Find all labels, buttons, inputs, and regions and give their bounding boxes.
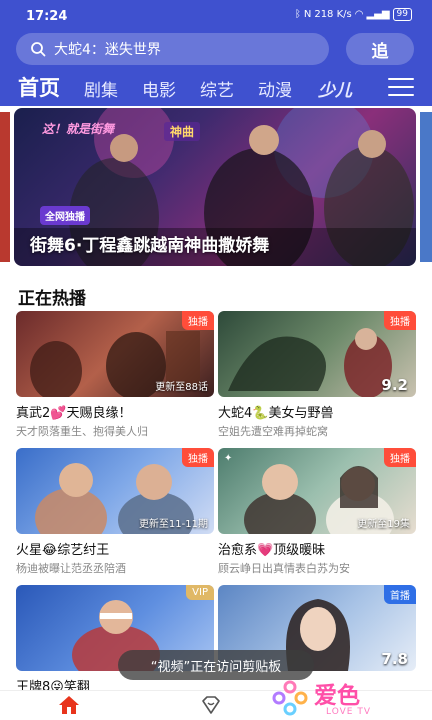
status-indicators: ᛒ N 218 K/s ◠ ▂▄▆ 99: [295, 8, 412, 21]
premiere-badge: 首播: [384, 585, 416, 604]
tab-kids[interactable]: 少儿: [318, 76, 352, 101]
follow-button[interactable]: 追: [346, 33, 414, 65]
video-card[interactable]: 独播 更新至88话 真武2💕天赐良缘！ 天才陨落重生、抱得美人归: [16, 311, 214, 439]
tab-home[interactable]: 首页: [18, 72, 60, 102]
update-status: 更新至88话: [155, 382, 208, 393]
exclusive-tag: 全网独播: [40, 206, 90, 225]
card-title: 真武2💕天赐良缘！: [16, 406, 132, 421]
search-bar[interactable]: 大蛇4：迷失世界: [16, 33, 329, 65]
watermark-logo: 爱色 LOVE TV: [268, 676, 388, 720]
rating-score: 7.8: [381, 650, 408, 668]
home-icon[interactable]: [58, 695, 80, 715]
battery-icon: 99: [392, 8, 412, 21]
category-tabs: 首页 剧集 电影 综艺 动漫 少儿: [0, 72, 432, 106]
signal-icon: ▂▄▆: [366, 9, 390, 20]
show-logo: 这！就是街舞: [42, 122, 115, 136]
watermark-text: 爱色: [314, 683, 360, 709]
card-subtitle: 顾云峥日出真情表白苏为安: [218, 562, 350, 575]
flower-icon: [272, 680, 308, 716]
watermark-subtext: LOVE TV: [326, 707, 371, 717]
card-title: 治愈系💗顶级暖昧: [218, 543, 326, 558]
banner-badge: 神曲: [164, 122, 201, 141]
section-title: 正在热播: [18, 289, 86, 309]
video-card[interactable]: 独播 更新至11-11期 火星😂综艺纣王 杨迪被曝让范丞丞陪酒: [16, 448, 214, 576]
banner-next-peek[interactable]: [420, 112, 432, 262]
exclusive-badge: 独播: [384, 311, 416, 330]
tab-series[interactable]: 剧集: [84, 76, 118, 101]
update-status: 更新至11-11期: [138, 519, 208, 530]
tab-anime[interactable]: 动漫: [258, 76, 292, 101]
vip-badge: VIP: [186, 585, 214, 600]
search-query[interactable]: 大蛇4：迷失世界: [54, 39, 161, 59]
menu-icon[interactable]: [388, 78, 414, 98]
card-thumbnail: 独播 9.2: [218, 311, 416, 397]
video-card[interactable]: ✦ 独播 更新至19集 治愈系💗顶级暖昧 顾云峥日出真情表白苏为安: [218, 448, 416, 576]
card-subtitle: 天才陨落重生、抱得美人归: [16, 425, 148, 438]
status-bar: 17:24 ᛒ N 218 K/s ◠ ▂▄▆ 99: [0, 0, 432, 30]
tab-variety[interactable]: 综艺: [200, 76, 234, 101]
net-speed: 218 K/s: [314, 9, 352, 20]
search-icon: [31, 42, 46, 57]
card-thumbnail: 独播 更新至88话: [16, 311, 214, 397]
card-title: 火星😂综艺纣王: [16, 543, 110, 558]
wifi-icon: ◠: [354, 9, 364, 20]
status-time: 17:24: [26, 9, 68, 24]
card-thumbnail: 独播 更新至11-11期: [16, 448, 214, 534]
tab-movies[interactable]: 电影: [142, 76, 176, 101]
heart-icon[interactable]: [200, 695, 222, 715]
hero-banner[interactable]: 这！就是街舞 神曲 全网独播 街舞6·丁程鑫跳越南神曲撒娇舞: [14, 108, 416, 266]
exclusive-badge: 独播: [384, 448, 416, 467]
card-subtitle: 杨迪被曝让范丞丞陪酒: [16, 562, 126, 575]
show-logo-icon: ✦: [224, 453, 233, 464]
banner-caption: 街舞6·丁程鑫跳越南神曲撒娇舞: [30, 236, 270, 256]
card-thumbnail: ✦ 独播 更新至19集: [218, 448, 416, 534]
exclusive-badge: 独播: [182, 311, 214, 330]
bluetooth-icon: ᛒ: [294, 9, 301, 20]
banner-prev-peek[interactable]: [0, 112, 10, 262]
update-status: 更新至19集: [357, 519, 410, 530]
top-header: 17:24 ᛒ N 218 K/s ◠ ▂▄▆ 99 大蛇4：迷失世界 追 首页…: [0, 0, 432, 106]
card-title: 大蛇4🐍美女与野兽: [218, 406, 334, 421]
video-card[interactable]: 独播 9.2 大蛇4🐍美女与野兽 空姐先遭空难再掉蛇窝: [218, 311, 416, 439]
exclusive-badge: 独播: [182, 448, 214, 467]
card-subtitle: 空姐先遭空难再掉蛇窝: [218, 425, 328, 438]
rating-score: 9.2: [381, 376, 408, 394]
nfc-icon: N: [303, 9, 312, 20]
